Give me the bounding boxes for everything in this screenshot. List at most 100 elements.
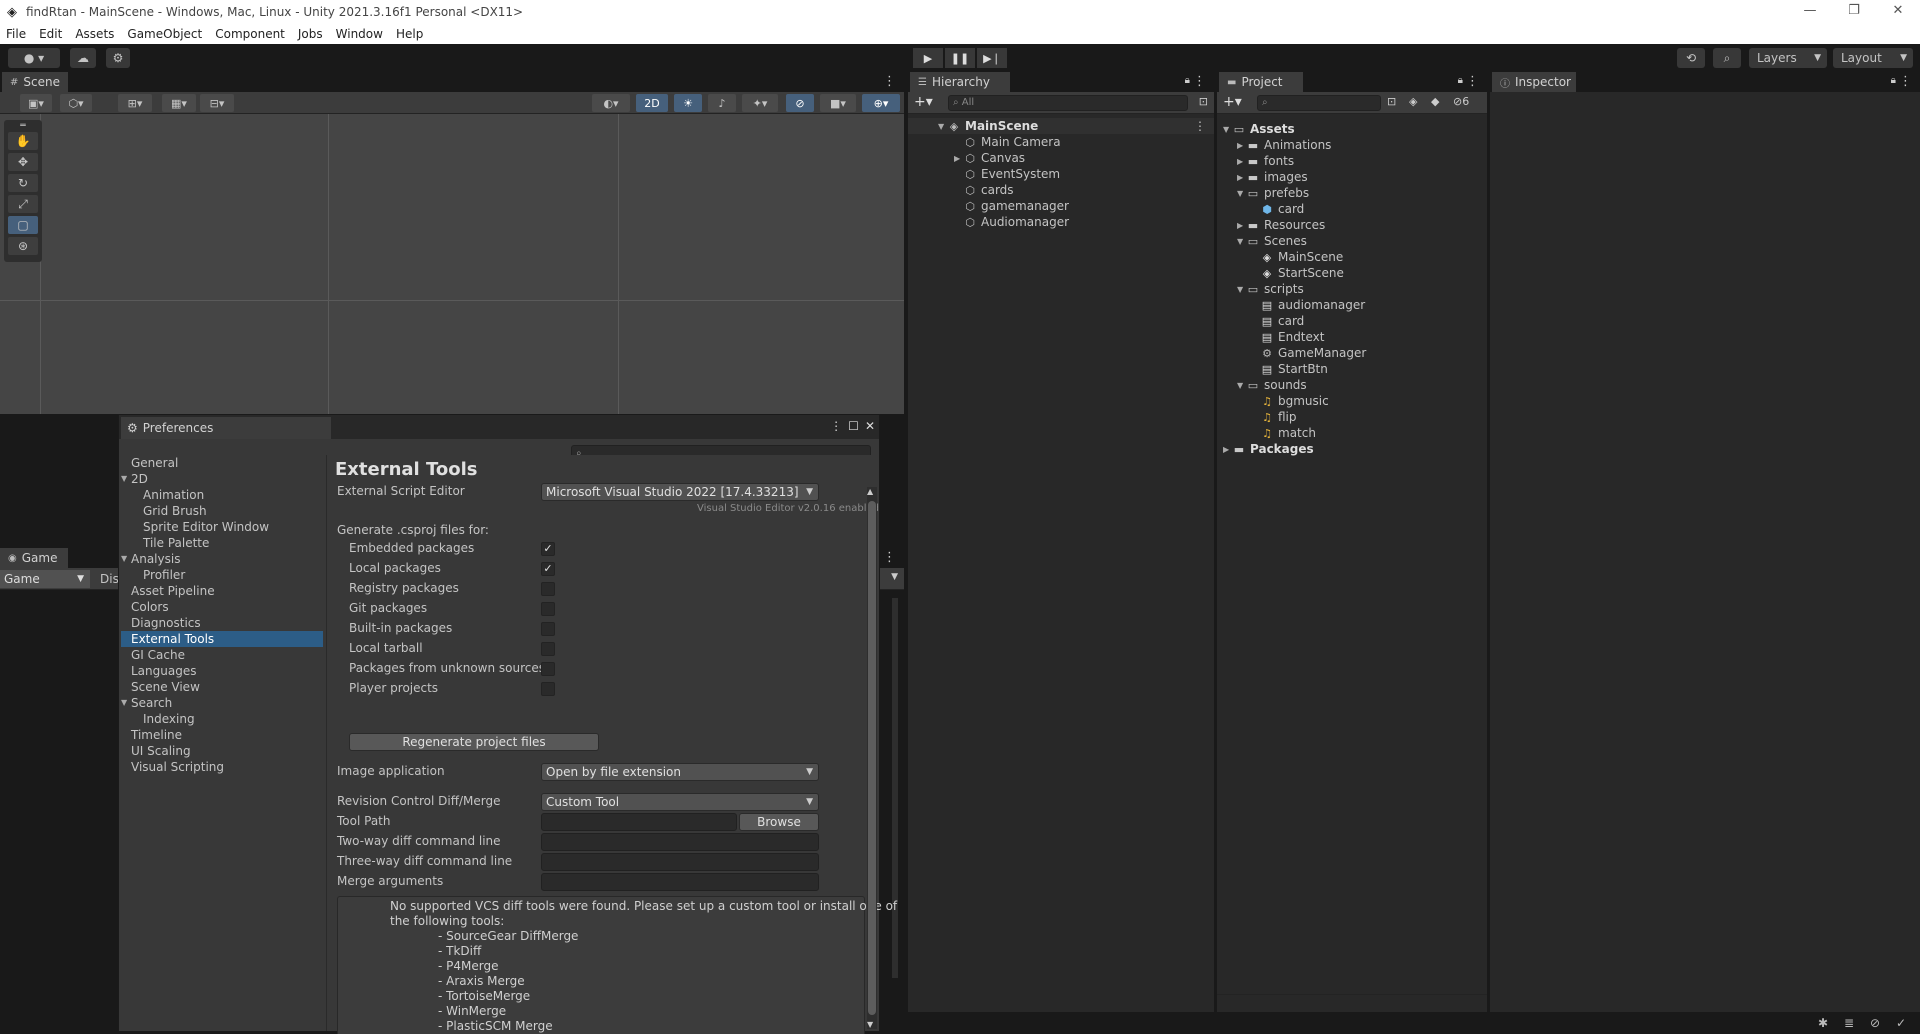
progress-icon[interactable]: ≣ <box>1844 1016 1854 1030</box>
transform-tool-icon[interactable]: ⊛ <box>8 237 38 255</box>
expand-arrow-icon[interactable]: ▼ <box>1237 237 1247 246</box>
project-item[interactable]: ▶ ▬ Resources <box>1237 217 1325 233</box>
expand-arrow-icon[interactable]: ▶ <box>1237 157 1247 166</box>
account-button[interactable]: ● ▾ <box>8 48 60 68</box>
expand-arrow-icon[interactable]: ▼ <box>1237 285 1247 294</box>
more-icon[interactable]: ⋮ <box>883 550 896 565</box>
more-icon[interactable]: ⋮ <box>1899 74 1912 89</box>
hierarchy-item[interactable]: ▶ ⬡ Canvas <box>908 150 1025 166</box>
package-checkbox[interactable] <box>541 662 555 676</box>
project-item[interactable]: ▶ ▬ fonts <box>1237 153 1294 169</box>
expand-arrow-icon[interactable]: ▼ <box>938 122 948 131</box>
more-icon[interactable]: ⋮ <box>830 419 842 433</box>
tab-project[interactable]: ▬ Project <box>1219 72 1303 92</box>
expand-arrow-icon[interactable]: ▶ <box>1237 141 1247 150</box>
tab-game[interactable]: ◉ Game <box>0 548 68 568</box>
grip-icon[interactable]: ═ <box>8 121 38 131</box>
package-checkbox[interactable] <box>541 582 555 596</box>
pause-button[interactable]: ❚❚ <box>945 48 975 68</box>
search-mode-icon[interactable]: ⊡ <box>1199 95 1208 108</box>
project-item[interactable]: ⚙ GameManager <box>1251 345 1366 361</box>
pref-nav-item[interactable]: ▼ Analysis <box>121 551 323 567</box>
close-icon[interactable]: ✕ <box>1876 0 1920 24</box>
close-icon[interactable]: ✕ <box>865 419 875 433</box>
browse-button[interactable]: Browse <box>739 813 819 831</box>
pref-nav-item[interactable]: Tile Palette <box>121 535 323 551</box>
hierarchy-item[interactable]: ⬡ EventSystem <box>908 166 1060 182</box>
pref-nav-item[interactable]: General <box>121 455 323 471</box>
rotate-tool-icon[interactable]: ↻ <box>8 174 38 192</box>
snap-button[interactable]: ⊞▾ <box>118 94 152 112</box>
menu-file[interactable]: File <box>6 27 26 41</box>
camera-icon[interactable]: ■▾ <box>820 94 856 112</box>
project-item[interactable]: ♫ match <box>1251 425 1316 441</box>
more-icon[interactable]: ⋮ <box>1466 74 1479 89</box>
package-checkbox[interactable]: ✓ <box>541 562 555 576</box>
maximize-icon[interactable]: ❐ <box>1832 0 1876 24</box>
scene-view[interactable] <box>0 114 904 414</box>
project-item[interactable]: ▤ card <box>1251 313 1305 329</box>
pref-nav-item[interactable]: Asset Pipeline <box>121 583 323 599</box>
expand-arrow-icon[interactable]: ▼ <box>1237 381 1247 390</box>
revision-dropdown[interactable]: Custom Tool ▼ <box>541 793 819 811</box>
scroll-thumb[interactable] <box>868 501 876 1015</box>
expand-arrow-icon[interactable]: ▼ <box>121 695 127 711</box>
more-icon[interactable]: ⋮ <box>1193 74 1206 89</box>
merge-args-input[interactable] <box>541 873 819 891</box>
effects-icon[interactable]: ✦▾ <box>742 94 778 112</box>
project-item[interactable]: ▶ ▬ Animations <box>1237 137 1331 153</box>
pref-nav-item[interactable]: ▼ Search <box>121 695 323 711</box>
chevron-down-icon[interactable]: ▼ <box>891 572 898 582</box>
lighting-icon[interactable]: ☀ <box>674 94 702 112</box>
lock-icon[interactable]: 🔒︎ <box>1458 75 1463 86</box>
pref-nav-item[interactable]: Visual Scripting <box>121 759 323 775</box>
menu-gameobject[interactable]: GameObject <box>127 27 202 41</box>
project-item[interactable]: ▼ ▭ Scenes <box>1237 233 1307 249</box>
display-dropdown[interactable]: Game ▼ <box>0 570 90 588</box>
package-checkbox[interactable] <box>541 682 555 696</box>
add-icon[interactable]: +▾ <box>914 94 933 110</box>
expand-arrow-icon[interactable]: ▶ <box>1237 221 1247 230</box>
expand-arrow-icon[interactable]: ▼ <box>121 551 127 567</box>
preferences-scrollbar[interactable]: ▲ ▼ <box>867 487 877 1029</box>
mode-2d-button[interactable]: 2D <box>636 94 668 112</box>
rect-tool-icon[interactable]: ▢ <box>8 216 38 234</box>
move-tool-icon[interactable]: ✥ <box>8 153 38 171</box>
project-item[interactable]: ▼ ▭ sounds <box>1237 377 1307 393</box>
menu-assets[interactable]: Assets <box>75 27 114 41</box>
project-item[interactable]: ♫ flip <box>1251 409 1296 425</box>
lock-icon[interactable]: 🔒︎ <box>1891 75 1896 86</box>
play-button[interactable]: ▶ <box>913 48 943 68</box>
hierarchy-scene-row[interactable]: ▼ ◈ MainScene ⋮ <box>908 118 1214 134</box>
step-button[interactable]: ▶❘ <box>977 48 1007 68</box>
pref-nav-item[interactable]: UI Scaling <box>121 743 323 759</box>
scroll-down-icon[interactable]: ▼ <box>867 1020 873 1029</box>
visibility-icon[interactable]: ⊘ <box>786 94 814 112</box>
expand-arrow-icon[interactable]: ▶ <box>1223 445 1233 454</box>
project-item[interactable]: ▼ ▭ prefebs <box>1237 185 1309 201</box>
package-checkbox[interactable] <box>541 602 555 616</box>
game-scrollbar[interactable] <box>892 598 898 978</box>
project-item[interactable]: ▤ StartBtn <box>1251 361 1328 377</box>
tab-preferences[interactable]: ⚙ Preferences <box>121 417 331 439</box>
gizmos-icon[interactable]: ⊕▾ <box>862 94 900 112</box>
pref-nav-item[interactable]: ▼ 2D <box>121 471 323 487</box>
project-item[interactable]: ⬢ card <box>1251 201 1304 217</box>
render-mode-button[interactable]: ⬡▾ <box>60 94 92 112</box>
tab-inspector[interactable]: ⓘ Inspector <box>1492 72 1576 92</box>
hierarchy-search-input[interactable]: ⌕ All <box>948 95 1188 111</box>
lock-icon[interactable]: 🔒︎ <box>1185 75 1190 86</box>
two-way-input[interactable] <box>541 833 819 851</box>
pref-nav-item[interactable]: Scene View <box>121 679 323 695</box>
project-item[interactable]: ▤ audiomanager <box>1251 297 1365 313</box>
hierarchy-item[interactable]: ⬡ gamemanager <box>908 198 1069 214</box>
pref-nav-item[interactable]: Diagnostics <box>121 615 323 631</box>
menu-edit[interactable]: Edit <box>39 27 62 41</box>
more-icon[interactable]: ⋮ <box>1194 119 1206 133</box>
scroll-up-icon[interactable]: ▲ <box>867 487 873 496</box>
grid-button[interactable]: ▦▾ <box>162 94 196 112</box>
pref-nav-item[interactable]: Languages <box>121 663 323 679</box>
project-item[interactable]: ▶ ▬ images <box>1237 169 1308 185</box>
project-search-input[interactable]: ⌕ <box>1257 95 1381 111</box>
search-mode-icon[interactable]: ⊡ <box>1387 95 1396 108</box>
